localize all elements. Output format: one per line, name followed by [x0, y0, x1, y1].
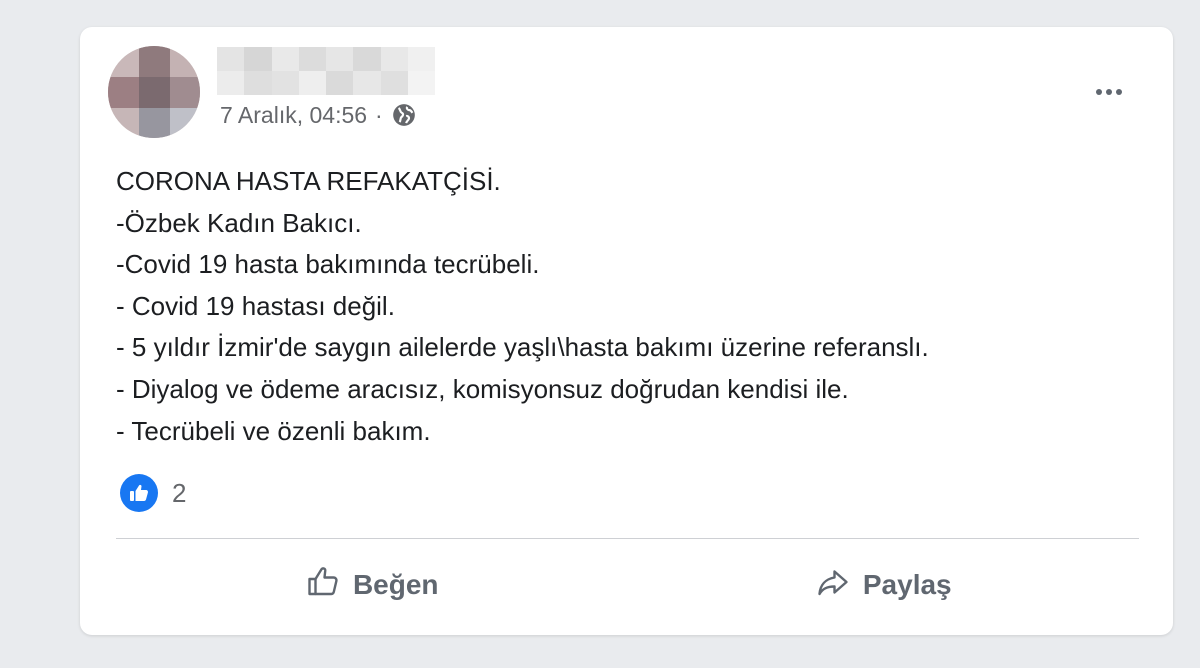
share-button[interactable]: Paylaş	[628, 547, 1140, 623]
reaction-count[interactable]: 2	[172, 478, 186, 509]
share-button-label: Paylaş	[862, 569, 952, 600]
post-line: - 5 yıldır İzmir'de saygın ailelerde yaş…	[116, 332, 929, 363]
more-options-icon[interactable]	[1087, 77, 1131, 107]
reaction-summary[interactable]: 2	[120, 474, 186, 512]
post-timestamp[interactable]: 7 Aralık, 04:56	[220, 102, 367, 129]
like-reaction-icon	[120, 474, 158, 512]
author-avatar[interactable]	[108, 46, 200, 138]
post-line: - Covid 19 hastası değil.	[116, 290, 395, 321]
post-line: - Tecrübeli ve özenli bakım.	[116, 415, 431, 446]
post-line: CORONA HASTA REFAKATÇİSİ.	[116, 166, 501, 196]
globe-icon[interactable]	[391, 102, 417, 128]
like-button[interactable]: Beğen	[116, 547, 628, 623]
share-arrow-icon	[815, 564, 851, 607]
action-bar: Beğen Paylaş	[116, 547, 1139, 623]
post-line: - Diyalog ve ödeme aracısız, komisyonsuz…	[116, 373, 849, 404]
post-body: CORONA HASTA REFAKATÇİSİ. -Özbek Kadın B…	[116, 161, 1156, 452]
meta-separator: ·	[375, 101, 383, 128]
post-meta: 7 Aralık, 04:56 ·	[220, 100, 417, 130]
post-card: 7 Aralık, 04:56 · CORONA HASTA REFAKATÇİ…	[80, 27, 1173, 635]
divider	[116, 538, 1139, 539]
post-line: -Covid 19 hasta bakımında tecrübeli.	[116, 249, 540, 280]
thumbs-up-icon	[305, 564, 341, 607]
name-pixelation	[217, 47, 435, 95]
post-line: -Özbek Kadın Bakıcı.	[116, 207, 362, 238]
like-button-label: Beğen	[352, 569, 439, 600]
